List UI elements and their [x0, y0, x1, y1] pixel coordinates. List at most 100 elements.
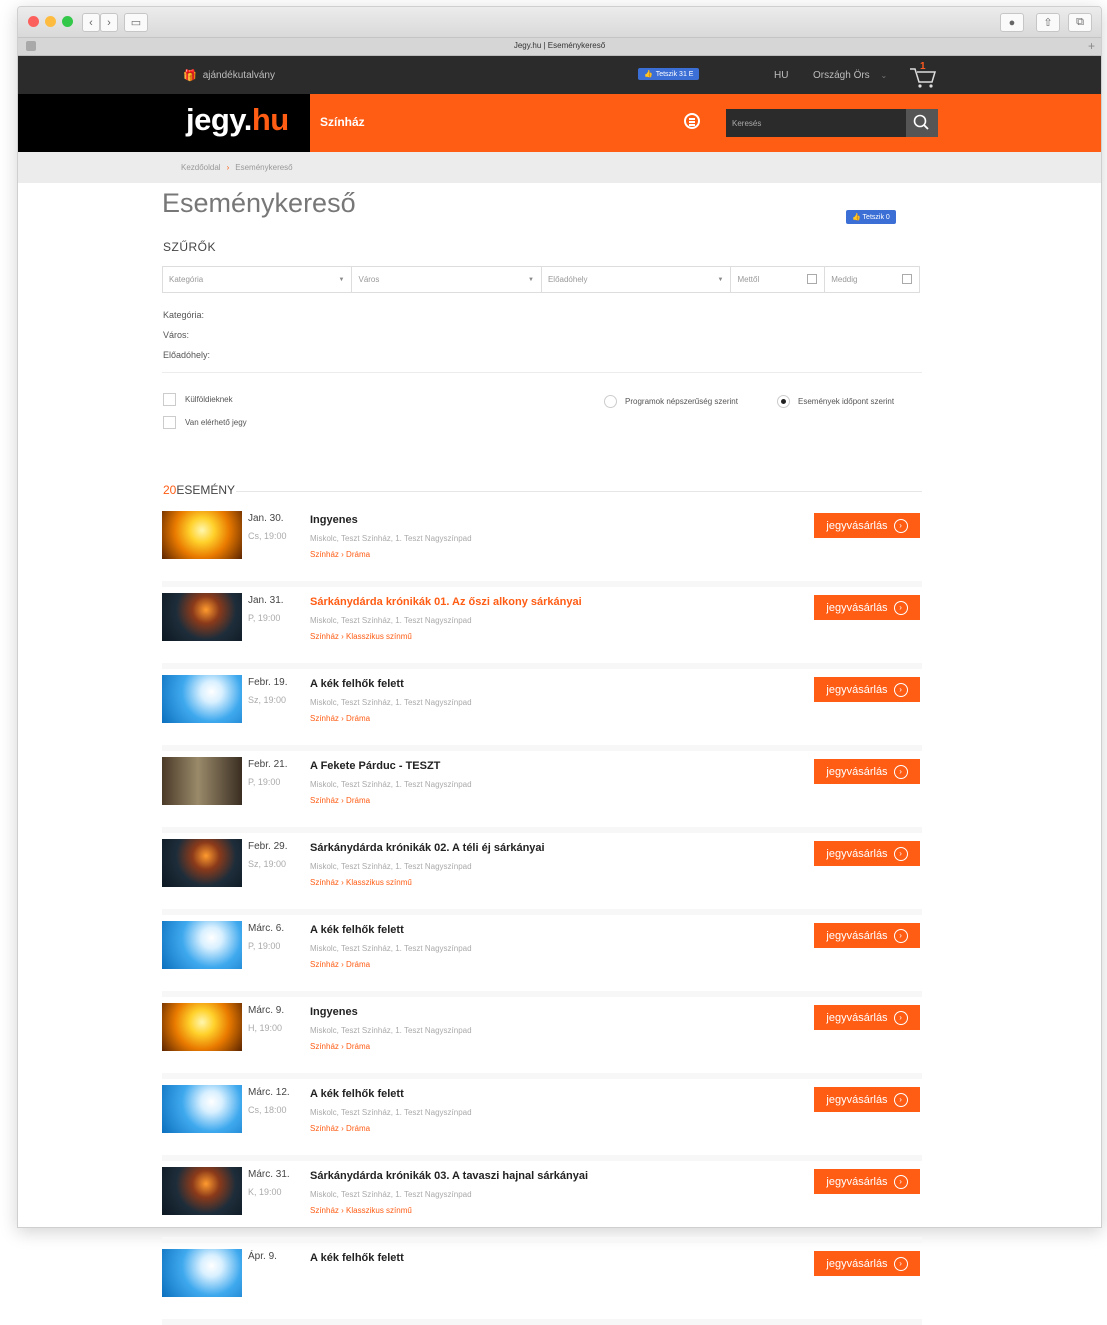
event-category-main[interactable]: Színház — [310, 796, 339, 805]
tab-title[interactable]: Jegy.hu | Eseménykereső — [18, 41, 1101, 50]
event-row[interactable]: Febr. 19. Sz, 19:00 A kék felhők felett Mis… — [162, 669, 922, 751]
download-icon[interactable]: ● — [1000, 13, 1024, 32]
buy-ticket-button[interactable]: jegyvásárlás › — [814, 1169, 920, 1194]
forward-button[interactable]: › — [100, 13, 118, 32]
buy-ticket-button[interactable]: jegyvásárlás › — [814, 841, 920, 866]
event-category-main[interactable]: Színház — [310, 550, 339, 559]
event-title[interactable]: Sárkánydárda krónikák 03. A tavaszi hajn… — [310, 1170, 588, 1182]
sidebar-toggle-icon[interactable]: ▭ — [124, 13, 148, 32]
buy-ticket-button[interactable]: jegyvásárlás › — [814, 923, 920, 948]
checkbox-foreigners[interactable]: Külföldieknek — [163, 393, 233, 406]
facebook-like-page-label: Tetszik 0 — [862, 214, 890, 221]
event-category-main[interactable]: Színház — [310, 714, 339, 723]
category-select[interactable]: Kategória ▼ — [163, 267, 353, 292]
menu-icon[interactable] — [684, 113, 700, 129]
date-to-field[interactable]: Meddig — [825, 267, 919, 292]
buy-ticket-button[interactable]: jegyvásárlás › — [814, 759, 920, 784]
event-title[interactable]: A kék felhők felett — [310, 1252, 404, 1264]
event-row[interactable]: Febr. 29. Sz, 19:00 Sárkánydárda krónikák … — [162, 833, 922, 915]
buy-ticket-button[interactable]: jegyvásárlás › — [814, 513, 920, 538]
breadcrumb-home[interactable]: Kezdőoldal — [181, 163, 221, 172]
event-row[interactable]: Márc. 12. Cs, 18:00 A kék felhők felett Mis… — [162, 1079, 922, 1161]
event-category-sub[interactable]: Klasszikus színmű — [346, 878, 412, 887]
calendar-icon[interactable] — [807, 274, 818, 284]
cart-button[interactable]: 1 — [908, 61, 938, 89]
event-category-sub[interactable]: Dráma — [346, 796, 370, 805]
sort-by-popularity[interactable]: Programok népszerűség szerint — [604, 395, 738, 408]
event-category-sub[interactable]: Dráma — [346, 1124, 370, 1133]
event-title[interactable]: Ingyenes — [310, 1006, 358, 1018]
event-category-sub[interactable]: Dráma — [346, 714, 370, 723]
search-input[interactable] — [726, 109, 906, 137]
close-window-button[interactable] — [28, 16, 39, 27]
facebook-like-button-page[interactable]: 👍 Tetszik 0 — [846, 210, 896, 224]
language-selector[interactable]: HU — [774, 70, 788, 81]
event-category-sub[interactable]: Dráma — [346, 960, 370, 969]
buy-ticket-button[interactable]: jegyvásárlás › — [814, 1087, 920, 1112]
event-title[interactable]: A Fekete Párduc - TESZT — [310, 760, 440, 772]
event-title[interactable]: Sárkánydárda krónikák 01. Az őszi alkony… — [310, 596, 582, 608]
back-button[interactable]: ‹ — [82, 13, 100, 32]
event-thumbnail[interactable] — [162, 839, 242, 887]
event-thumbnail[interactable] — [162, 1003, 242, 1051]
share-icon[interactable]: ⇧ — [1036, 13, 1060, 32]
user-menu[interactable]: Országh Örs ⌄ — [813, 70, 887, 81]
sort-by-date[interactable]: Események időpont szerint — [777, 395, 894, 408]
event-thumbnail[interactable] — [162, 1167, 242, 1215]
event-thumbnail[interactable] — [162, 675, 242, 723]
checkbox-box[interactable] — [163, 416, 176, 429]
date-from-field[interactable]: Mettől — [731, 267, 826, 292]
event-row[interactable]: Márc. 31. K, 19:00 Sárkánydárda krónikák 0… — [162, 1161, 922, 1243]
event-category-main[interactable]: Színház — [310, 1124, 339, 1133]
buy-ticket-button[interactable]: jegyvásárlás › — [814, 1251, 920, 1276]
event-category-sub[interactable]: Klasszikus színmű — [346, 632, 412, 641]
event-title[interactable]: Ingyenes — [310, 514, 358, 526]
event-row[interactable]: Márc. 9. H, 19:00 Ingyenes Miskolc, Teszt S… — [162, 997, 922, 1079]
site-logo[interactable]: jegy.hu — [186, 102, 289, 138]
event-category-sub[interactable]: Dráma — [346, 1042, 370, 1051]
facebook-like-button[interactable]: 👍 Tetszik 31 E — [638, 68, 700, 80]
search-button[interactable] — [906, 109, 938, 137]
event-row[interactable]: Febr. 21. P, 19:00 A Fekete Párduc - TESZT… — [162, 751, 922, 833]
radio-popularity[interactable] — [604, 395, 617, 408]
tabs-overview-icon[interactable]: ⧉ — [1068, 13, 1092, 32]
event-category-sub[interactable]: Dráma — [346, 550, 370, 559]
event-category-main[interactable]: Színház — [310, 1042, 339, 1051]
event-title[interactable]: A kék felhők felett — [310, 924, 404, 936]
event-date: Márc. 6. — [248, 923, 285, 934]
event-thumbnail[interactable] — [162, 921, 242, 969]
event-thumbnail[interactable] — [162, 511, 242, 559]
event-category-main[interactable]: Színház — [310, 960, 339, 969]
gift-voucher-link[interactable]: 🎁 ajándékutalvány — [183, 69, 275, 82]
maximize-window-button[interactable] — [62, 16, 73, 27]
radio-date-selected[interactable] — [777, 395, 790, 408]
minimize-window-button[interactable] — [45, 16, 56, 27]
event-row[interactable]: Jan. 31. P, 19:00 Sárkánydárda krónikák 01… — [162, 587, 922, 669]
section-title[interactable]: Színház — [320, 115, 365, 129]
buy-ticket-button[interactable]: jegyvásárlás › — [814, 677, 920, 702]
event-row[interactable]: Jan. 30. Cs, 19:00 Ingyenes Miskolc, Teszt … — [162, 505, 922, 587]
event-thumbnail[interactable] — [162, 1085, 242, 1133]
venue-select[interactable]: Előadóhely ▼ — [542, 267, 732, 292]
buy-ticket-button[interactable]: jegyvásárlás › — [814, 595, 920, 620]
buy-ticket-button[interactable]: jegyvásárlás › — [814, 1005, 920, 1030]
sort-popularity-label: Programok népszerűség szerint — [625, 397, 738, 406]
event-thumbnail[interactable] — [162, 593, 242, 641]
new-tab-button[interactable]: + — [1088, 39, 1095, 53]
event-title[interactable]: A kék felhők felett — [310, 1088, 404, 1100]
event-thumbnail[interactable] — [162, 757, 242, 805]
city-select[interactable]: Város ▼ — [352, 267, 542, 292]
event-time: H, 19:00 — [248, 1023, 283, 1033]
event-title[interactable]: A kék felhők felett — [310, 678, 404, 690]
event-title[interactable]: Sárkánydárda krónikák 02. A téli éj sárk… — [310, 842, 545, 854]
event-category-main[interactable]: Színház — [310, 632, 339, 641]
event-category-main[interactable]: Színház — [310, 878, 339, 887]
checkbox-available-ticket[interactable]: Van elérhető jegy — [163, 416, 247, 429]
event-category-sub[interactable]: Klasszikus színmű — [346, 1206, 412, 1215]
event-category-main[interactable]: Színház — [310, 1206, 339, 1215]
event-row[interactable]: Márc. 6. P, 19:00 A kék felhők felett Misko… — [162, 915, 922, 997]
event-thumbnail[interactable] — [162, 1249, 242, 1297]
event-row[interactable]: Ápr. 9. A kék felhők felett jegyvásárlás › — [162, 1243, 922, 1325]
calendar-icon[interactable] — [901, 274, 912, 284]
checkbox-box[interactable] — [163, 393, 176, 406]
